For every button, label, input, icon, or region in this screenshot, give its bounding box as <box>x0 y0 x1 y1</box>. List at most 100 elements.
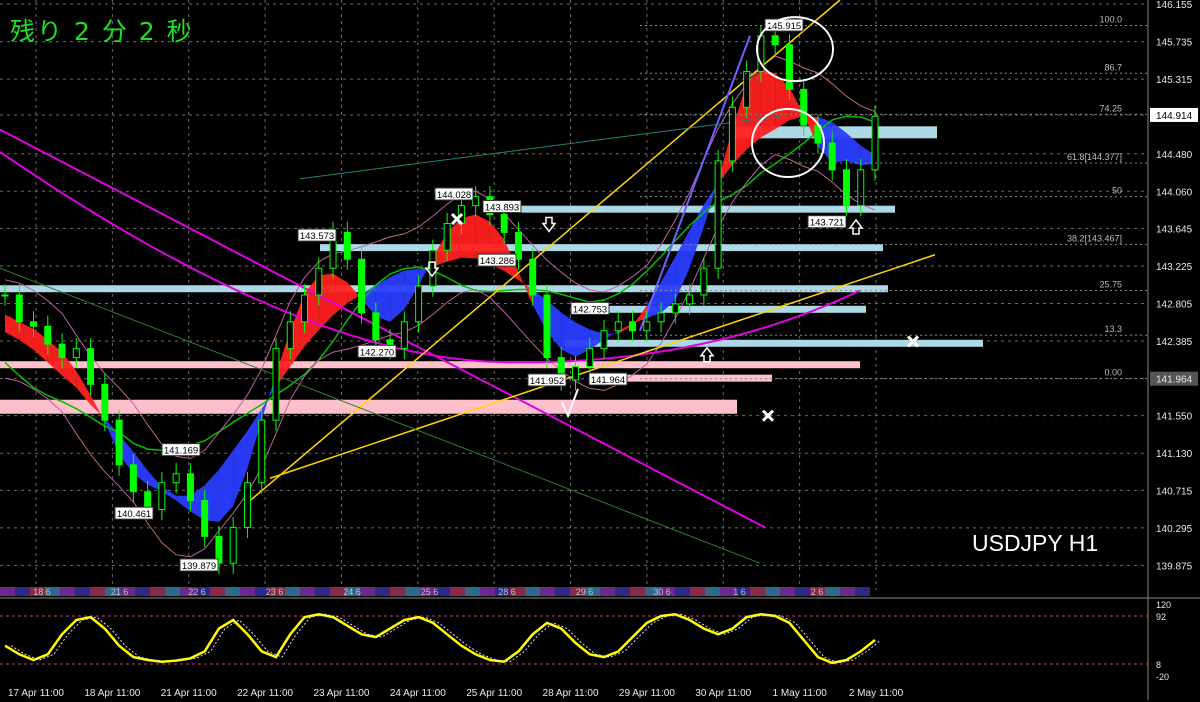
y-tick-label: 142.385 <box>1156 337 1193 348</box>
price-label-text: 139.879 <box>182 561 216 572</box>
y-tick-label: 141.130 <box>1156 449 1193 460</box>
candle-body <box>571 366 579 381</box>
fib-label: 13.3 <box>1104 324 1122 334</box>
y-tick-label: 140.295 <box>1156 524 1193 535</box>
candle-body <box>158 482 166 511</box>
day-strip-cell <box>450 587 465 596</box>
candle-body <box>72 348 80 359</box>
candle-body <box>58 343 66 359</box>
x-tick-label: 28 Apr 11:00 <box>543 688 599 699</box>
x-tick-label: 30 Apr 11:00 <box>695 688 751 699</box>
osc-tick-label: 8 <box>1156 660 1161 670</box>
day-strip-cell <box>855 587 870 596</box>
fib-label: 25.75 <box>1099 280 1122 290</box>
candle-body <box>1 294 9 297</box>
candle-body <box>115 419 123 466</box>
day-strip-cell <box>405 587 420 596</box>
candle-body <box>842 169 850 207</box>
candle-body <box>543 294 551 359</box>
candle-body <box>258 419 266 484</box>
osc-tick-label: -20 <box>1156 672 1169 682</box>
candle-body <box>743 71 751 108</box>
chart-canvas: 100.0 86.7 74.25 61.8[144.377] 50 38.2[143.46… <box>0 0 1200 700</box>
osc-tick-label: 92 <box>1156 612 1166 622</box>
candle-body <box>229 526 237 564</box>
candle-body <box>87 348 95 385</box>
x-tick-label: 1 May 11:00 <box>772 688 827 699</box>
price-label-text: 144.028 <box>437 190 471 201</box>
day-marker-label: 30 6 <box>653 587 671 597</box>
price-label-text: 141.952 <box>530 376 564 387</box>
day-strip-cell <box>60 587 75 596</box>
candle-body <box>172 473 180 484</box>
candle-body <box>771 35 779 46</box>
day-strip-cell <box>240 587 255 596</box>
fib-label: 38.2[143.467] <box>1067 233 1122 243</box>
osc-tick-label: 120 <box>1156 600 1171 610</box>
candle-body <box>472 196 480 207</box>
candle-body <box>714 160 722 269</box>
oscillator-signal-line <box>10 613 882 664</box>
day-marker-label: 24 6 <box>343 587 361 597</box>
fib-label: 100.0 <box>1099 14 1122 24</box>
grid <box>0 0 1148 590</box>
y-tick-label: 139.875 <box>1156 561 1193 572</box>
band-segment <box>218 450 234 523</box>
candle-body <box>301 294 309 323</box>
day-strip-cell <box>690 587 705 596</box>
x-tick-label: 17 Apr 11:00 <box>8 688 64 699</box>
day-strip-cell <box>750 587 765 596</box>
x-tick-label: 29 Apr 11:00 <box>619 688 675 699</box>
zone-rect <box>320 244 883 252</box>
day-marker-label: 25 6 <box>421 587 439 597</box>
day-strip-cell <box>600 587 615 596</box>
day-marker-label: 21 6 <box>111 587 129 597</box>
day-strip-cell <box>150 587 165 596</box>
fib-label: 0.00 <box>1104 368 1122 378</box>
candle-body <box>643 321 651 332</box>
day-strip-cell <box>285 587 300 596</box>
day-strip-cell <box>15 587 30 596</box>
candle-body <box>728 106 736 162</box>
candle-body <box>629 321 637 332</box>
price-label-text: 140.461 <box>117 509 151 520</box>
day-marker-label: 22 6 <box>188 587 206 597</box>
day-strip-cell <box>795 587 810 596</box>
oscillator-line <box>4 613 876 665</box>
price-label-text: 143.286 <box>480 256 514 267</box>
candle-body <box>315 267 323 296</box>
day-strip-cell <box>390 587 405 596</box>
candle-body <box>671 303 679 314</box>
band-segment <box>390 270 405 322</box>
zone-rect <box>0 361 860 369</box>
candle-body <box>871 115 879 171</box>
day-strip-cell <box>165 587 180 596</box>
day-marker-label: 18 6 <box>33 587 51 597</box>
candle-body <box>785 44 793 90</box>
day-strip-cell <box>555 587 570 596</box>
band-segment <box>561 312 576 357</box>
y-tick-label: 145.735 <box>1156 38 1193 49</box>
oscillator-panel: 120 92 8 -20 <box>0 597 1200 682</box>
countdown-timer: 残り 2 分 2 秒 <box>10 12 194 48</box>
fib-label: 86.7 <box>1104 62 1122 72</box>
time-axis: 17 Apr 11:00 18 Apr 11:00 21 Apr 11:00 22 A… <box>8 688 904 699</box>
candle-body <box>614 321 622 332</box>
day-strip-cell <box>825 587 840 596</box>
fib-label: 61.8[144.377] <box>1067 152 1122 162</box>
day-strip-cell <box>540 587 555 596</box>
day-strip-cell <box>480 587 495 596</box>
candle-body <box>686 294 694 305</box>
candle-body <box>443 222 451 251</box>
fibonacci-levels: 100.0 86.7 74.25 61.8[144.377] 50 38.2[143.46… <box>640 14 1148 380</box>
candle-body <box>343 231 351 260</box>
day-strip-cell <box>765 587 780 596</box>
candle-body <box>529 258 537 296</box>
day-strip-cell <box>90 587 105 596</box>
candle-body <box>286 321 294 350</box>
arrow-up-icon <box>848 218 864 235</box>
day-strip-cell <box>630 587 645 596</box>
candle-body <box>400 321 408 350</box>
y-tick-label: 144.060 <box>1156 187 1193 198</box>
countdown-seconds: 2 <box>138 17 157 46</box>
